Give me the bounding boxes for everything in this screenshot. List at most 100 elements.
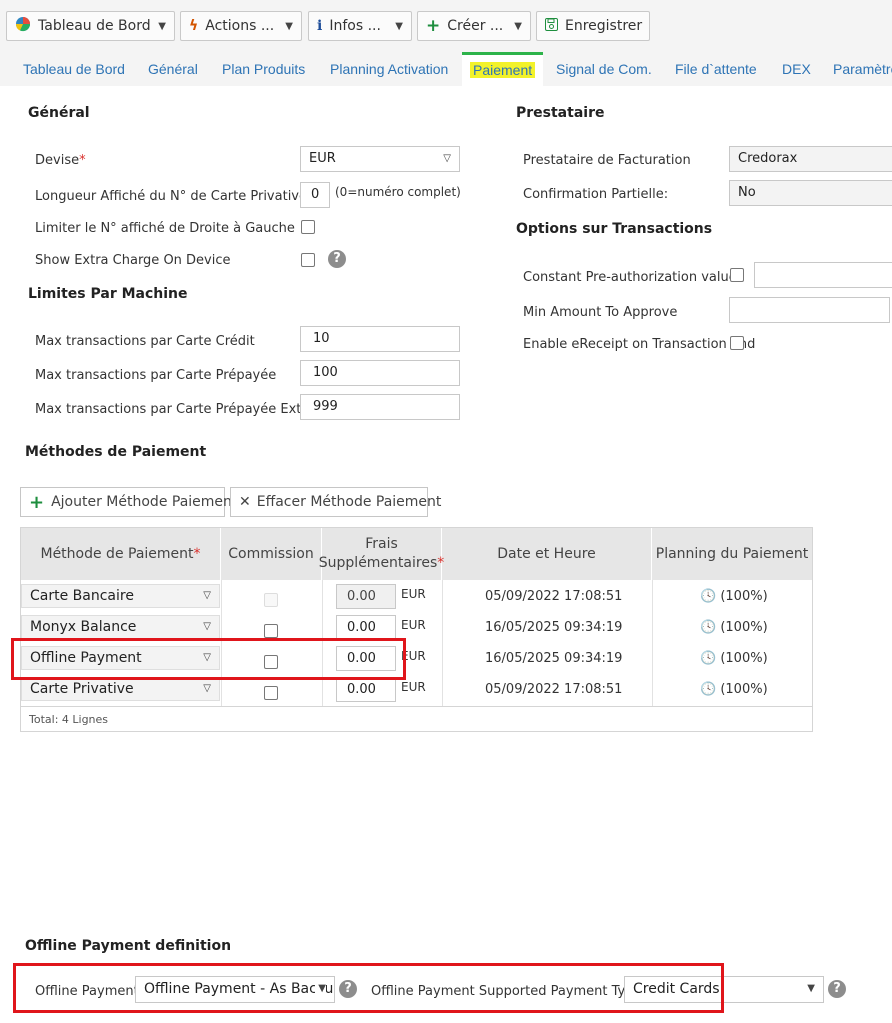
pie-chart-icon [15, 16, 31, 36]
extra-charge-checkbox[interactable] [301, 253, 315, 267]
clock-icon: 🕓 [700, 589, 717, 604]
dashboard-menu-button[interactable]: Tableau de Bord ▼ [6, 11, 175, 41]
column-header-datetime[interactable]: Date et Heure [442, 528, 652, 580]
column-header-fees-line2-text: Supplémentaires [318, 555, 438, 571]
partial-confirm-select[interactable]: No [729, 180, 892, 206]
max-credit-input[interactable]: 10 [300, 326, 460, 352]
fee-input: 0.00 [336, 584, 396, 609]
chevron-down-icon: ▼ [158, 20, 166, 32]
max-prepaid-ext-input[interactable]: 999 [300, 394, 460, 420]
tab-dex[interactable]: DEX [782, 52, 811, 86]
ereceipt-label: Enable eReceipt on Transaction end [523, 337, 756, 352]
column-header-fees[interactable]: Frais Supplémentaires* [318, 528, 444, 580]
method-select[interactable]: Carte Privative ▽ [21, 677, 220, 701]
annotation-highlight-box [13, 963, 724, 1013]
clock-icon: 🕓 [700, 651, 717, 666]
close-icon: ✕ [239, 494, 251, 510]
plus-icon: + [29, 491, 45, 513]
method-select[interactable]: Monyx Balance ▽ [21, 615, 220, 639]
bolt-icon: ϟ [189, 18, 199, 34]
planning-value: (100%) [720, 682, 768, 697]
tab-payment[interactable]: Paiement [462, 52, 543, 86]
date-cell: 05/09/2022 17:08:51 [485, 589, 623, 604]
billing-provider-label: Prestataire de Facturation [523, 153, 691, 168]
partial-confirm-label: Confirmation Partielle: [523, 187, 669, 202]
currency-select[interactable]: EUR ▽ [300, 146, 460, 172]
limits-section-title: Limites Par Machine [28, 286, 188, 302]
chevron-down-icon: ▼ [807, 983, 815, 994]
planning-value: (100%) [720, 651, 768, 666]
column-header-commission[interactable]: Commission [221, 528, 322, 580]
date-cell: 16/05/2025 09:34:19 [485, 651, 623, 666]
date-cell: 05/09/2022 17:08:51 [485, 682, 623, 697]
method-value: Carte Privative [30, 681, 134, 697]
min-amount-input[interactable] [729, 297, 890, 323]
commission-checkbox[interactable] [264, 686, 278, 700]
billing-provider-select[interactable]: Credorax [729, 146, 892, 172]
planning-cell[interactable]: 🕓 (100%) [700, 651, 768, 666]
delete-payment-method-label: Effacer Méthode Paiement [256, 494, 442, 510]
max-prepaid-label: Max transactions par Carte Prépayée [35, 368, 277, 383]
floppy-disk-icon [545, 17, 558, 35]
chevron-down-icon: ▼ [395, 20, 403, 32]
planning-cell[interactable]: 🕓 (100%) [700, 620, 768, 635]
planning-cell[interactable]: 🕓 (100%) [700, 589, 768, 604]
actions-menu-button[interactable]: ϟ Actions ... ▼ [180, 11, 302, 41]
max-prepaid-ext-label: Max transactions par Carte Prépayée Exte… [35, 402, 331, 417]
max-prepaid-input[interactable]: 100 [300, 360, 460, 386]
tab-bar: Tableau de Bord Général Plan Produits Pl… [0, 52, 892, 86]
infos-menu-button[interactable]: i Infos ... ▼ [308, 11, 412, 41]
payment-methods-grid: Méthode de Paiement * Commission Frais Su… [20, 527, 813, 732]
limit-rtl-label: Limiter le N° affiché de Droite à Gauche [35, 221, 295, 236]
create-menu-label: Créer ... [447, 18, 504, 34]
grid-total: Total: 4 Lignes [21, 706, 812, 731]
tab-general[interactable]: Général [148, 52, 198, 86]
add-payment-method-button[interactable]: + Ajouter Méthode Paiement [20, 487, 237, 517]
chevron-down-icon: ▽ [203, 683, 211, 694]
infos-menu-label: Infos ... [329, 18, 381, 34]
provider-section-title: Prestataire [516, 105, 605, 121]
ereceipt-checkbox[interactable] [730, 336, 744, 350]
chevron-down-icon: ▼ [514, 20, 522, 32]
tab-activation-planning[interactable]: Planning Activation [330, 52, 448, 86]
fee-input[interactable]: 0.00 [336, 677, 396, 702]
tab-product-plan[interactable]: Plan Produits [222, 52, 305, 86]
clock-icon: 🕓 [700, 620, 717, 635]
card-length-hint: (0=numéro complet) [335, 185, 461, 199]
fee-currency: EUR [401, 618, 426, 632]
tab-dashboard[interactable]: Tableau de Bord [23, 52, 125, 86]
method-value: Monyx Balance [30, 619, 137, 635]
tab-payment-label: Paiement [470, 62, 536, 78]
currency-label-text: Devise [35, 153, 80, 168]
card-length-input[interactable]: 0 [300, 182, 330, 208]
column-header-fees-line1: Frais [365, 536, 398, 552]
extra-charge-label: Show Extra Charge On Device [35, 253, 231, 268]
save-button[interactable]: Enregistrer [536, 11, 650, 41]
column-header-planning[interactable]: Planning du Paiement [652, 528, 812, 580]
limit-rtl-checkbox[interactable] [301, 220, 315, 234]
planning-value: (100%) [720, 589, 768, 604]
payment-methods-title: Méthodes de Paiement [25, 444, 207, 460]
planning-cell[interactable]: 🕓 (100%) [700, 682, 768, 697]
currency-value: EUR [309, 151, 336, 166]
fee-input[interactable]: 0.00 [336, 615, 396, 640]
delete-payment-method-button[interactable]: ✕ Effacer Méthode Paiement [230, 487, 441, 517]
tab-com-signal[interactable]: Signal de Com. [556, 52, 652, 86]
tab-settings[interactable]: Paramètre [833, 52, 892, 86]
tab-queue[interactable]: File d`attente [675, 52, 757, 86]
method-select[interactable]: Carte Bancaire ▽ [21, 584, 220, 608]
grid-header: Méthode de Paiement * Commission Frais Su… [21, 528, 812, 580]
commission-checkbox [264, 593, 278, 607]
preauth-label: Constant Pre-authorization value [523, 270, 737, 285]
annotation-highlight-box [11, 638, 406, 680]
commission-checkbox[interactable] [264, 624, 278, 638]
help-icon[interactable]: ? [328, 250, 346, 268]
help-icon[interactable]: ? [828, 980, 846, 998]
column-header-method[interactable]: Méthode de Paiement * [21, 528, 221, 580]
info-icon: i [317, 18, 323, 34]
column-header-method-label: Méthode de Paiement [40, 545, 194, 562]
preauth-input[interactable] [754, 262, 892, 288]
toolbar: Tableau de Bord ▼ ϟ Actions ... ▼ i Info… [0, 0, 892, 52]
preauth-checkbox[interactable] [730, 268, 744, 282]
create-menu-button[interactable]: + Créer ... ▼ [417, 11, 531, 41]
